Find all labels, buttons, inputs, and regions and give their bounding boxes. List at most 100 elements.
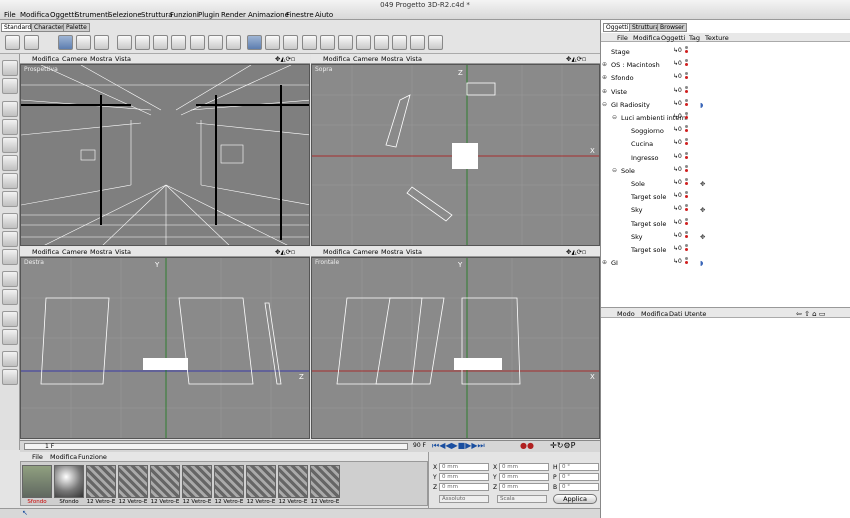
- visibility-dots[interactable]: [685, 257, 689, 265]
- viewport-top[interactable]: Sopra Z X: [311, 64, 600, 246]
- size-y-field[interactable]: 0 mm: [499, 473, 549, 481]
- object-name[interactable]: Soggiorno: [631, 127, 664, 135]
- move-icon[interactable]: [76, 35, 91, 50]
- object-name[interactable]: Sole: [621, 167, 635, 175]
- mat-menu-file[interactable]: File: [32, 453, 43, 461]
- material-thumb[interactable]: [246, 465, 276, 498]
- gi-tag-icon[interactable]: ◗: [700, 259, 703, 267]
- coord-mode-dropdown[interactable]: Assoluto: [439, 495, 489, 503]
- vp1-menu-camere[interactable]: Camere: [62, 55, 87, 63]
- render-view-icon[interactable]: [190, 35, 205, 50]
- vp2-menu-mostra[interactable]: Mostra: [381, 55, 403, 63]
- polygons-tool-icon[interactable]: [2, 137, 18, 153]
- scale-icon[interactable]: [94, 35, 109, 50]
- mat-menu-modifica[interactable]: Modifica: [50, 453, 77, 461]
- object-name[interactable]: GI Radiosity: [611, 101, 650, 109]
- menu-animazione[interactable]: Animazione: [248, 11, 289, 19]
- am-menu-dati-utente[interactable]: Dati Utente: [669, 310, 706, 318]
- layer-icon[interactable]: ↳0: [673, 166, 682, 173]
- material-thumb[interactable]: [278, 465, 308, 498]
- tab-browser[interactable]: Browser: [657, 23, 688, 32]
- texture-axis-icon[interactable]: [2, 173, 18, 189]
- expand-toggle-icon[interactable]: ⊕: [602, 74, 607, 81]
- layer-icon[interactable]: ↳0: [673, 100, 682, 107]
- object-name[interactable]: Target sole: [631, 246, 666, 254]
- menu-file[interactable]: File: [4, 11, 16, 19]
- object-name[interactable]: Target sole: [631, 193, 666, 201]
- use-object-tool-icon[interactable]: [2, 78, 18, 94]
- material-thumb[interactable]: [214, 465, 244, 498]
- visibility-dots[interactable]: [685, 46, 689, 54]
- position-x-field[interactable]: 0 mm: [439, 463, 489, 471]
- x-axis-lock-icon[interactable]: [117, 35, 132, 50]
- paint-icon[interactable]: [2, 329, 18, 345]
- vp3-menu-modifica[interactable]: Modifica: [32, 248, 59, 256]
- visibility-dots[interactable]: [685, 244, 689, 252]
- menu-funzioni[interactable]: Funzioni: [170, 11, 199, 19]
- size-mode-dropdown[interactable]: Scala: [497, 495, 547, 503]
- y-axis-lock-icon[interactable]: [135, 35, 150, 50]
- expand-toggle-icon[interactable]: ⊖: [612, 114, 617, 121]
- model-mode-icon[interactable]: [247, 35, 262, 50]
- material-thumb[interactable]: [150, 465, 180, 498]
- vp3-menu-camere[interactable]: Camere: [62, 248, 87, 256]
- om-menu-texture[interactable]: Texture: [705, 34, 729, 42]
- om-menu-oggetti[interactable]: Oggetti: [661, 34, 685, 42]
- object-row[interactable]: ⊕ Viste ↳0: [601, 85, 849, 98]
- vp2-nav-icons[interactable]: ✥◭⟳▫: [566, 55, 586, 63]
- object-name[interactable]: Sole: [631, 180, 645, 188]
- expand-toggle-icon[interactable]: ⊖: [602, 101, 607, 108]
- layer-icon[interactable]: ↳0: [673, 179, 682, 186]
- layer-icon[interactable]: ↳0: [673, 60, 682, 67]
- am-menu-modo[interactable]: Modo: [617, 310, 635, 318]
- object-row[interactable]: Sky ↳0 ✥: [601, 230, 849, 243]
- vp1-nav-icons[interactable]: ✥◭⟳▫: [275, 55, 295, 63]
- workplane-icon[interactable]: [2, 289, 18, 305]
- target-tag-icon[interactable]: ✥: [700, 233, 705, 241]
- menu-oggetti[interactable]: Oggetti: [50, 11, 76, 19]
- layer-icon[interactable]: ↳0: [673, 153, 682, 160]
- vp2-menu-modifica[interactable]: Modifica: [323, 55, 350, 63]
- viewport-perspective[interactable]: Prospettiva: [20, 64, 310, 246]
- visibility-dots[interactable]: [685, 85, 689, 94]
- am-menu-modifica[interactable]: Modifica: [641, 310, 668, 318]
- vp4-menu-vista[interactable]: Vista: [406, 248, 422, 256]
- layer-icon[interactable]: ↳0: [673, 139, 682, 146]
- object-name[interactable]: Target sole: [631, 220, 666, 228]
- layer-icon[interactable]: ↳0: [673, 73, 682, 80]
- target-tag-icon[interactable]: ✥: [700, 206, 705, 214]
- object-row[interactable]: Target sole ↳0: [601, 217, 849, 230]
- visibility-dots[interactable]: [685, 230, 689, 239]
- points-mode-icon[interactable]: [283, 35, 298, 50]
- rotation-h-field[interactable]: 0 °: [559, 463, 599, 471]
- object-name[interactable]: Stage: [611, 48, 630, 56]
- vp3-menu-vista[interactable]: Vista: [115, 248, 131, 256]
- viewport-right[interactable]: Destra Y Z: [20, 257, 310, 439]
- tweak-icon[interactable]: [2, 231, 18, 247]
- om-menu-tag[interactable]: Tag: [689, 34, 700, 42]
- material-thumb[interactable]: [118, 465, 148, 498]
- menu-render[interactable]: Render: [221, 11, 246, 19]
- object-name[interactable]: Ingresso: [631, 154, 658, 162]
- checkerboard-icon[interactable]: [2, 191, 18, 207]
- object-row[interactable]: ⊕ GI ↳0 ◗: [601, 256, 849, 269]
- vp4-nav-icons[interactable]: ✥◭⟳▫: [566, 248, 586, 256]
- object-name[interactable]: Cucina: [631, 140, 653, 148]
- object-row[interactable]: Stage ↳0: [601, 45, 849, 58]
- layer-icon[interactable]: ↳0: [673, 258, 682, 265]
- position-z-field[interactable]: 0 mm: [439, 483, 489, 491]
- tab-character[interactable]: Character: [31, 23, 67, 32]
- vp4-menu-mostra[interactable]: Mostra: [381, 248, 403, 256]
- visibility-dots[interactable]: [685, 164, 689, 173]
- object-name[interactable]: OS : Macintosh: [611, 61, 660, 69]
- expand-toggle-icon[interactable]: ⊖: [612, 167, 617, 174]
- object-row[interactable]: Sole ↳0 ✥: [601, 177, 849, 190]
- size-z-field[interactable]: 0 mm: [499, 483, 549, 491]
- material-thumb[interactable]: [310, 465, 340, 498]
- om-menu-file[interactable]: File: [617, 34, 628, 42]
- edges-tool-icon[interactable]: [2, 119, 18, 135]
- visibility-dots[interactable]: [685, 191, 689, 199]
- camera-icon[interactable]: [410, 35, 425, 50]
- target-tag-icon[interactable]: ✥: [700, 180, 705, 188]
- material-thumb[interactable]: [86, 465, 116, 498]
